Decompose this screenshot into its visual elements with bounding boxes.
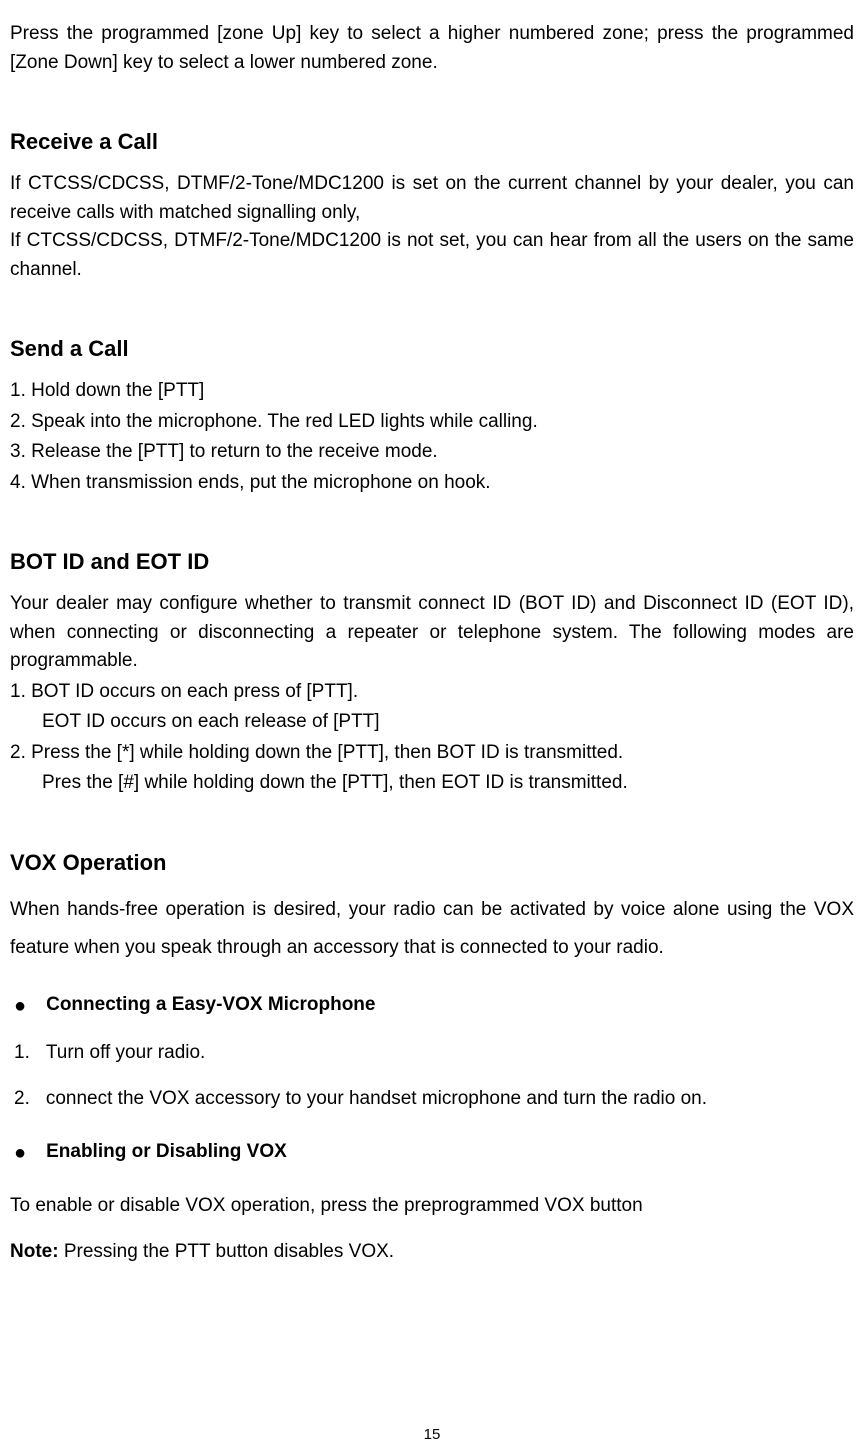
vox-step-2-num: 2. [14, 1085, 30, 1114]
note-text: Pressing the PTT button disables VOX. [59, 1241, 395, 1262]
heading-send: Send a Call [10, 332, 854, 365]
vox-step-1-text: Turn off your radio. [46, 1039, 205, 1068]
bot-item-2: 2. Press the [*] while holding down the … [10, 739, 854, 768]
note-label: Note: [10, 1241, 59, 1262]
bullet-icon: ● [14, 991, 26, 1021]
vox-step-2-text: connect the VOX accessory to your handse… [46, 1085, 707, 1114]
bot-paragraph: Your dealer may configure whether to tra… [10, 590, 854, 676]
subheading-enabling-vox-label: Enabling or Disabling VOX [46, 1138, 287, 1167]
heading-bot-eot: BOT ID and EOT ID [10, 545, 854, 578]
vox-step-1-num: 1. [14, 1039, 30, 1068]
receive-p1: If CTCSS/CDCSS, DTMF/2-Tone/MDC1200 is s… [10, 170, 854, 227]
subheading-enabling-vox: ● Enabling or Disabling VOX [10, 1138, 854, 1168]
page-number: 15 [424, 1424, 441, 1447]
bullet-icon: ● [14, 1138, 26, 1168]
vox-enable-text: To enable or disable VOX operation, pres… [10, 1192, 854, 1221]
vox-note: Note: Pressing the PTT button disables V… [10, 1238, 854, 1267]
receive-p2: If CTCSS/CDCSS, DTMF/2-Tone/MDC1200 is n… [10, 227, 854, 284]
send-step-2: 2. Speak into the microphone. The red LE… [10, 408, 854, 437]
subheading-connecting-vox: ● Connecting a Easy-VOX Microphone [10, 991, 854, 1021]
bot-item-1: 1. BOT ID occurs on each press of [PTT]. [10, 678, 854, 707]
send-step-4: 4. When transmission ends, put the micro… [10, 469, 854, 498]
vox-paragraph: When hands-free operation is desired, yo… [10, 891, 854, 967]
bot-item-1b: EOT ID occurs on each release of [PTT] [42, 708, 854, 737]
intro-paragraph: Press the programmed [zone Up] key to se… [10, 20, 854, 77]
vox-step-1: 1. Turn off your radio. [10, 1039, 854, 1068]
bot-item-2b: Pres the [#] while holding down the [PTT… [42, 769, 854, 798]
vox-step-2: 2. connect the VOX accessory to your han… [10, 1085, 854, 1114]
subheading-connecting-vox-label: Connecting a Easy-VOX Microphone [46, 991, 375, 1020]
heading-vox: VOX Operation [10, 846, 854, 879]
send-step-3: 3. Release the [PTT] to return to the re… [10, 438, 854, 467]
send-step-1: 1. Hold down the [PTT] [10, 377, 854, 406]
heading-receive: Receive a Call [10, 125, 854, 158]
